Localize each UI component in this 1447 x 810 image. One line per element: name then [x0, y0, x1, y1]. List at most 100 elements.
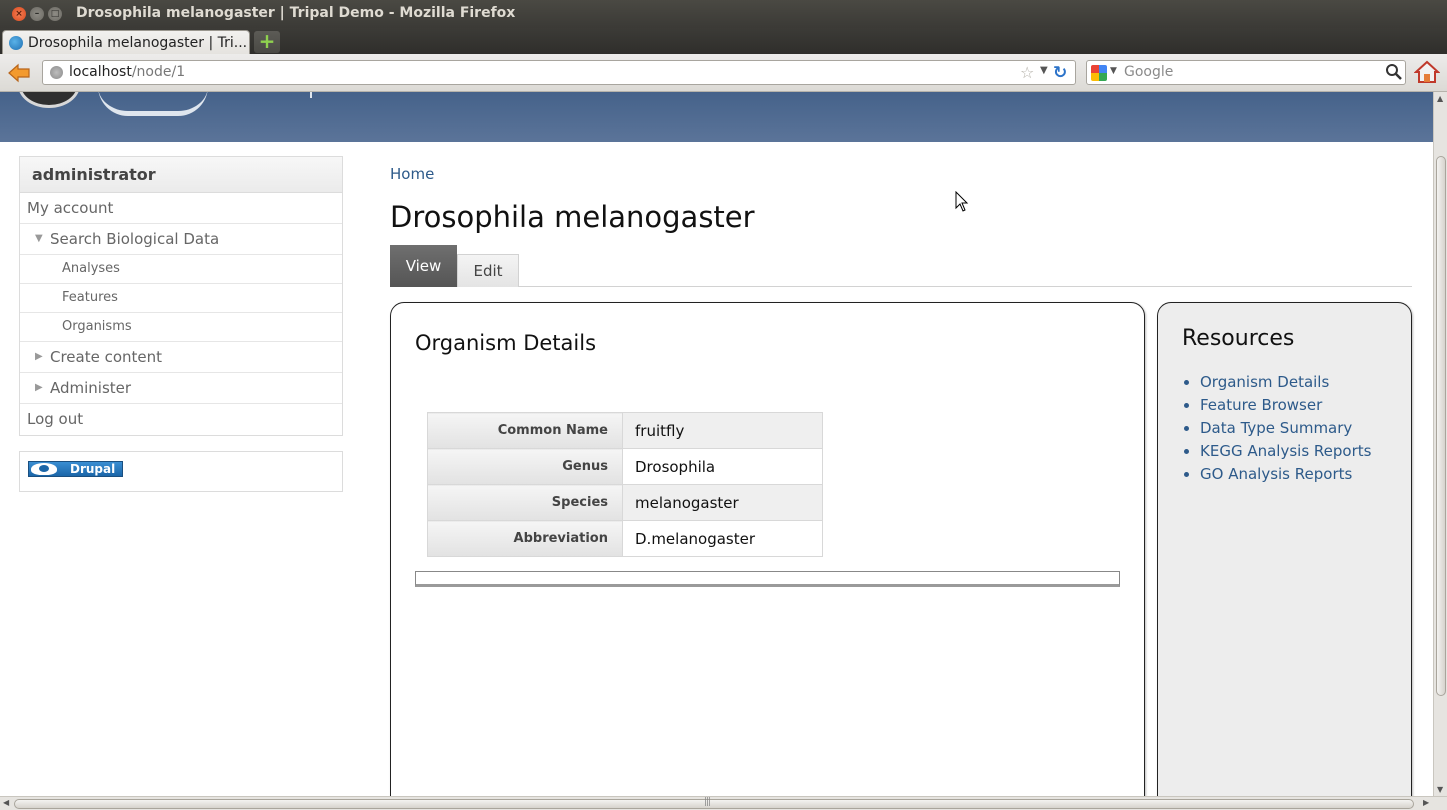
- star-icon[interactable]: ☆: [1020, 63, 1034, 82]
- home-icon[interactable]: [1414, 60, 1440, 84]
- menu-item-administer[interactable]: ▶ Administer: [20, 373, 342, 404]
- browser-tab-label: Drosophila melanogaster | Tri...: [28, 35, 248, 51]
- resources-panel: Resources Organism Details Feature Brows…: [1157, 302, 1412, 796]
- drupal-favicon-icon: [9, 36, 23, 50]
- link-label: Feature Browser: [1200, 396, 1323, 414]
- row-label: Genus: [427, 448, 623, 485]
- row-value: D.melanogaster: [622, 520, 823, 557]
- window-titlebar: × – □ Drosophila melanogaster | Tripal D…: [0, 0, 1447, 28]
- chevron-down-icon[interactable]: ▼: [1110, 66, 1117, 76]
- menu-item-label: Log out: [27, 410, 84, 428]
- table-row: Common Name fruitfly: [427, 412, 823, 449]
- table-row: Abbreviation D.melanogaster: [427, 520, 823, 557]
- resource-link-kegg-analysis-reports[interactable]: KEGG Analysis Reports: [1200, 440, 1371, 463]
- magnifier-icon[interactable]: [1385, 63, 1403, 81]
- block-title: administrator: [20, 157, 342, 193]
- search-bar[interactable]: ▼ Google: [1086, 60, 1406, 85]
- menu-item-label: Features: [62, 290, 118, 305]
- window-title: Drosophila melanogaster | Tripal Demo - …: [76, 5, 516, 21]
- url-bar[interactable]: localhost/node/1 ☆ ▼ ↻: [42, 60, 1076, 85]
- tab-bar: Drosophila melanogaster | Tri... +: [0, 28, 1447, 54]
- scroll-down-arrow-icon[interactable]: ▼: [1437, 785, 1443, 794]
- link-label: Data Type Summary: [1200, 419, 1353, 437]
- menu-item-label: Search Biological Data: [50, 230, 220, 248]
- row-value: fruitfly: [622, 412, 823, 449]
- resource-link-feature-browser[interactable]: Feature Browser: [1200, 394, 1371, 417]
- menu-item-create-content[interactable]: ▶ Create content: [20, 342, 342, 373]
- scroll-up-arrow-icon[interactable]: ▲: [1437, 94, 1443, 103]
- row-label: Common Name: [427, 412, 623, 449]
- table-row: Genus Drosophila: [427, 448, 823, 485]
- vertical-scrollbar[interactable]: ▲ ▼: [1433, 92, 1447, 796]
- back-icon[interactable]: [6, 61, 32, 85]
- menu-item-label: Organisms: [62, 319, 132, 334]
- menu-item-my-account[interactable]: My account: [20, 193, 342, 224]
- link-label: KEGG Analysis Reports: [1200, 442, 1372, 460]
- powered-by-block: Drupal: [19, 451, 343, 492]
- tab-view[interactable]: View: [390, 245, 457, 287]
- page-title: Drosophila melanogaster: [390, 200, 755, 234]
- organism-details-panel: Organism Details Common Name fruitfly Ge…: [390, 302, 1145, 796]
- menu-item-search-biological-data[interactable]: ▼ Search Biological Data: [20, 224, 342, 255]
- resources-title: Resources: [1182, 326, 1295, 351]
- site-slogan-graphic: [310, 92, 312, 98]
- link-label: Organism Details: [1200, 373, 1330, 391]
- new-tab-button[interactable]: +: [254, 31, 280, 53]
- google-icon[interactable]: [1091, 65, 1107, 81]
- vertical-scroll-thumb[interactable]: [1436, 156, 1446, 696]
- site-name-graphic: [98, 92, 208, 116]
- page-viewport: administrator My account ▼ Search Biolog…: [0, 92, 1433, 796]
- resource-link-organism-details[interactable]: Organism Details: [1200, 371, 1371, 394]
- menu-item-label: Administer: [50, 379, 132, 397]
- row-label: Abbreviation: [427, 520, 623, 557]
- scroll-right-arrow-icon[interactable]: ▶: [1423, 798, 1429, 807]
- menu-item-organisms[interactable]: Organisms: [20, 313, 342, 342]
- search-input[interactable]: Google: [1124, 64, 1173, 80]
- mouse-cursor-icon: [955, 191, 969, 212]
- site-header: [0, 92, 1433, 142]
- resources-list: Organism Details Feature Browser Data Ty…: [1200, 371, 1371, 486]
- reload-icon[interactable]: ↻: [1053, 63, 1067, 83]
- scroll-left-arrow-icon[interactable]: ◀: [3, 798, 9, 807]
- row-label: Species: [427, 484, 623, 521]
- site-logo-icon[interactable]: [18, 92, 80, 108]
- url-path: /node/1: [131, 64, 186, 80]
- organism-details-table: Common Name fruitfly Genus Drosophila Sp…: [427, 412, 823, 557]
- drupal-badge-text: Drupal: [70, 462, 116, 476]
- browser-tab[interactable]: Drosophila melanogaster | Tri...: [2, 30, 250, 54]
- maximize-window-button[interactable]: □: [48, 7, 62, 21]
- minimize-window-button[interactable]: –: [30, 7, 44, 21]
- horizontal-scrollbar[interactable]: ◀ ||| ▶: [0, 796, 1447, 810]
- empty-table: [415, 571, 1120, 587]
- breadcrumb[interactable]: Home: [390, 165, 434, 183]
- user-menu-block: administrator My account ▼ Search Biolog…: [19, 156, 343, 436]
- menu-item-label: Analyses: [62, 261, 120, 276]
- resource-link-data-type-summary[interactable]: Data Type Summary: [1200, 417, 1371, 440]
- expanded-triangle-icon: ▼: [35, 233, 43, 244]
- menu-item-label: My account: [27, 199, 114, 217]
- tab-edit[interactable]: Edit: [457, 254, 519, 287]
- chevron-down-icon[interactable]: ▼: [1040, 65, 1048, 76]
- menu-item-label: Create content: [50, 348, 163, 366]
- collapsed-triangle-icon: ▶: [35, 382, 43, 393]
- row-value: Drosophila: [622, 448, 823, 485]
- close-window-button[interactable]: ×: [12, 7, 26, 21]
- tabs-divider: [390, 286, 1412, 287]
- table-row: Species melanogaster: [427, 484, 823, 521]
- resource-link-go-analysis-reports[interactable]: GO Analysis Reports: [1200, 463, 1371, 486]
- menu-item-log-out[interactable]: Log out: [20, 404, 342, 435]
- navigation-toolbar: localhost/node/1 ☆ ▼ ↻ ▼ Google: [0, 54, 1447, 92]
- horizontal-scroll-thumb[interactable]: [14, 799, 1414, 809]
- menu-item-features[interactable]: Features: [20, 284, 342, 313]
- collapsed-triangle-icon: ▶: [35, 351, 43, 362]
- url-text[interactable]: localhost/node/1: [69, 64, 185, 80]
- url-host: localhost: [69, 64, 132, 80]
- panel-title: Organism Details: [415, 331, 597, 355]
- menu-item-analyses[interactable]: Analyses: [20, 255, 342, 284]
- scroll-grip-icon: |||: [704, 797, 711, 807]
- powered-by-drupal-badge[interactable]: Drupal: [28, 461, 123, 477]
- site-identity-icon[interactable]: [50, 66, 63, 79]
- drupal-drop-icon: [31, 463, 57, 475]
- link-label: GO Analysis Reports: [1200, 465, 1353, 483]
- row-value: melanogaster: [622, 484, 823, 521]
